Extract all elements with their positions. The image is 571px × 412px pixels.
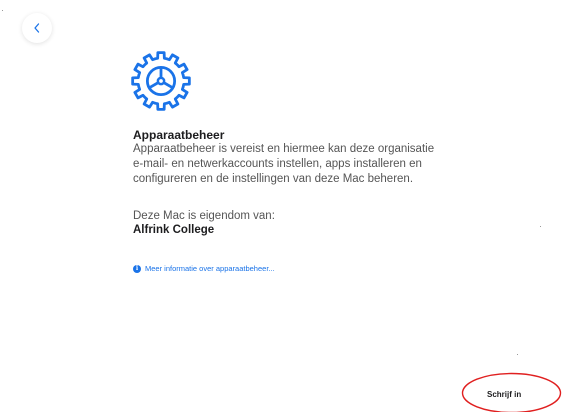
description-line: e-mail- en netwerkaccounts instellen, ap…	[133, 158, 422, 170]
info-icon: i	[133, 264, 141, 273]
artifact-dot	[517, 354, 518, 355]
back-button[interactable]	[22, 13, 52, 43]
artifact-dot	[540, 226, 541, 227]
more-info-link[interactable]: i Meer informatie over apparaatbeheer...	[133, 264, 275, 273]
owner-label: Deze Mac is eigendom van:	[133, 210, 275, 222]
signin-button[interactable]: Schrijf in	[487, 390, 521, 399]
owner-name: Alfrink College	[133, 224, 215, 236]
device-management-description: Apparaatbeheer is vereist en hiermee kan…	[133, 142, 463, 187]
chevron-left-icon	[34, 23, 40, 33]
gear-icon	[131, 51, 191, 111]
description-line: Apparaatbeheer is vereist en hiermee kan…	[133, 143, 435, 155]
description-line: configureren en de instellingen van deze…	[133, 173, 414, 185]
more-info-link-text: Meer informatie over apparaatbeheer...	[145, 264, 275, 273]
device-management-heading: Apparaatbeheer	[133, 128, 225, 142]
device-management-section: Apparaatbeheer Apparaatbeheer is vereist…	[133, 128, 463, 187]
artifact-dot	[2, 10, 3, 11]
